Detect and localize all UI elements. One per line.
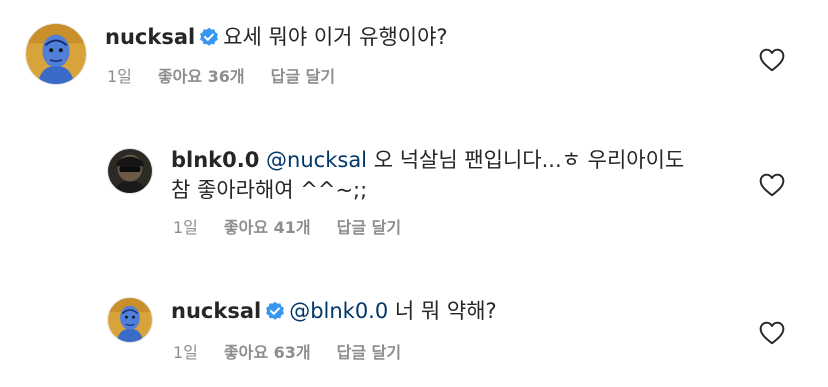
likes-count[interactable]: 좋아요 63개 bbox=[224, 343, 311, 362]
comment-meta: 1일 좋아요 36개 답글 달기 bbox=[107, 67, 361, 87]
username[interactable]: blnk0.0 bbox=[171, 148, 259, 172]
reply-button[interactable]: 답글 달기 bbox=[337, 343, 401, 362]
dark-photo-avatar bbox=[108, 149, 152, 193]
heart-outline-icon[interactable] bbox=[759, 321, 785, 345]
heart-outline-icon[interactable] bbox=[759, 173, 785, 197]
comment-text: nucksal 요세 뭐야 이거 유행이야? bbox=[105, 22, 448, 52]
avatar[interactable] bbox=[107, 297, 153, 343]
painted-portrait-avatar bbox=[26, 24, 86, 84]
comment-text: blnk0.0 @nucksal 오 넉살님 팬입니다...ㅎ 우리아이도 참 … bbox=[171, 145, 684, 205]
verified-badge-icon bbox=[266, 301, 285, 320]
avatar[interactable] bbox=[25, 23, 87, 85]
comment-body-line2: 참 좋아라해여 ^^~;; bbox=[171, 178, 368, 202]
painted-portrait-avatar bbox=[108, 298, 152, 342]
avatar[interactable] bbox=[107, 148, 153, 194]
timestamp: 1일 bbox=[173, 218, 198, 237]
verified-badge-icon bbox=[200, 27, 219, 46]
reply-button[interactable]: 답글 달기 bbox=[337, 218, 401, 237]
mention-link[interactable]: @blnk0.0 bbox=[289, 299, 388, 323]
comment-body: 너 뭐 약해? bbox=[394, 299, 497, 323]
timestamp: 1일 bbox=[173, 343, 198, 362]
reply-button[interactable]: 답글 달기 bbox=[271, 67, 335, 86]
comment-meta: 1일 좋아요 63개 답글 달기 bbox=[173, 343, 427, 363]
comment-meta: 1일 좋아요 41개 답글 달기 bbox=[173, 218, 427, 238]
mention-link[interactable]: @nucksal bbox=[266, 148, 367, 172]
timestamp: 1일 bbox=[107, 67, 132, 86]
username[interactable]: nucksal bbox=[171, 299, 261, 323]
likes-count[interactable]: 좋아요 36개 bbox=[158, 67, 245, 86]
comment-body: 오 넉살님 팬입니다...ㅎ 우리아이도 bbox=[373, 148, 685, 172]
username[interactable]: nucksal bbox=[105, 25, 195, 49]
heart-outline-icon[interactable] bbox=[759, 48, 785, 72]
comment-body: 요세 뭐야 이거 유행이야? bbox=[223, 25, 448, 49]
comment-text: nucksal @blnk0.0 너 뭐 약해? bbox=[171, 296, 497, 326]
likes-count[interactable]: 좋아요 41개 bbox=[224, 218, 311, 237]
